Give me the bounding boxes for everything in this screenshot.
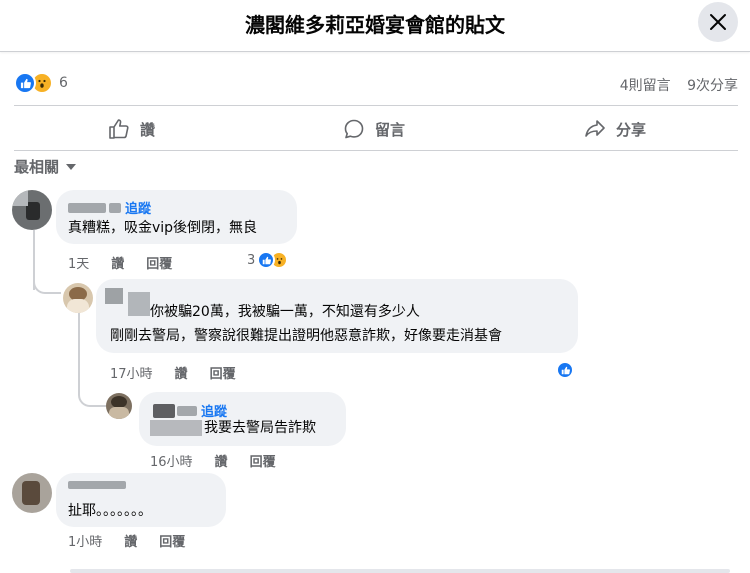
like-icon [556, 361, 574, 379]
comment-reply-link[interactable]: 回覆 [159, 531, 185, 550]
comment-reply-link[interactable]: 回覆 [250, 451, 276, 470]
comment-reactions[interactable] [556, 360, 574, 380]
thread-connector [33, 268, 61, 294]
comment-time[interactable]: 17小時 [110, 363, 153, 382]
redacted-name [153, 403, 175, 418]
comment-reply-link[interactable]: 回覆 [146, 253, 172, 272]
comment-time[interactable]: 1天 [68, 253, 89, 272]
reaction-summary[interactable] [14, 72, 54, 94]
thread-line [78, 312, 80, 392]
redacted-name [128, 292, 150, 316]
like-button[interactable]: 讚 [108, 111, 155, 147]
comment-reaction-count: 3 [247, 252, 256, 268]
comment-like-link[interactable]: 讚 [124, 531, 137, 550]
divider [14, 150, 738, 151]
thread-connector [78, 385, 106, 407]
post-stats: 6 4則留言 9次分享 [14, 70, 738, 98]
comment-reply-link[interactable]: 回覆 [210, 363, 236, 382]
dialog-title: 濃閣維多莉亞婚宴會館的貼文 [245, 13, 505, 37]
divider [14, 105, 738, 106]
redacted-name [109, 202, 121, 213]
follow-link[interactable]: 追蹤 [125, 198, 151, 217]
comment-like-link[interactable]: 讚 [215, 451, 228, 470]
comment-icon [344, 119, 364, 139]
reaction-count[interactable]: 6 [59, 75, 68, 91]
avatar[interactable] [106, 393, 132, 419]
comment-like-link[interactable]: 讚 [175, 363, 188, 382]
comment-button[interactable]: 留言 [343, 111, 405, 147]
avatar[interactable] [63, 283, 93, 313]
comment-label: 留言 [375, 120, 406, 139]
engagement-counts: 4則留言 9次分享 [608, 75, 738, 95]
share-icon [585, 120, 605, 137]
avatar[interactable] [12, 190, 52, 230]
redacted-name [177, 405, 197, 416]
comment-text: 我要去警局告詐欺 [204, 420, 316, 436]
comment-text: 扯耶。。。。。。。 [68, 503, 152, 519]
share-count[interactable]: 9次分享 [687, 78, 738, 94]
comment-text: 剛剛去警局，警察說很難提出證明他惡意詐欺，好像要走消基會 [110, 328, 502, 344]
avatar[interactable] [12, 473, 52, 513]
scroll-edge [70, 569, 730, 573]
close-icon [710, 14, 726, 30]
comment-meta: 1小時 讚 回覆 [68, 531, 185, 550]
comment-text: 你被騙20萬，我被騙一萬，不知還有多少人 [150, 304, 420, 320]
share-button[interactable]: 分享 [584, 111, 646, 147]
share-label: 分享 [616, 120, 647, 139]
comment-count[interactable]: 4則留言 [620, 78, 671, 94]
like-icon [14, 72, 36, 94]
sort-label: 最相關 [14, 158, 60, 176]
comment-meta: 16小時 讚 回覆 [150, 451, 276, 470]
comment-like-link[interactable]: 讚 [111, 253, 124, 272]
caret-down-icon [66, 163, 77, 170]
redacted-name [68, 202, 106, 213]
comment-reactions[interactable]: 3 [247, 250, 289, 270]
comment-time[interactable]: 16小時 [150, 451, 193, 470]
dialog-header: 濃閣維多莉亞婚宴會館的貼文 [0, 0, 750, 52]
comment-meta: 17小時 讚 回覆 [110, 363, 236, 382]
comment-author[interactable] [68, 481, 126, 489]
redacted-name [105, 288, 123, 304]
like-label: 讚 [140, 120, 156, 139]
close-button[interactable] [698, 2, 738, 42]
comment-text: 真糟糕，吸金vip後倒閉，無良 [68, 220, 258, 236]
comment-meta: 1天 讚 回覆 [68, 253, 172, 272]
thumbs-up-icon [109, 119, 129, 139]
post-actions: 讚 留言 分享 [14, 111, 738, 147]
comment-sort-dropdown[interactable]: 最相關 [14, 156, 77, 177]
redacted-name [68, 481, 126, 489]
comment-time[interactable]: 1小時 [68, 531, 102, 550]
redacted-text [150, 420, 202, 436]
comment-author[interactable]: 追蹤 [68, 198, 151, 217]
